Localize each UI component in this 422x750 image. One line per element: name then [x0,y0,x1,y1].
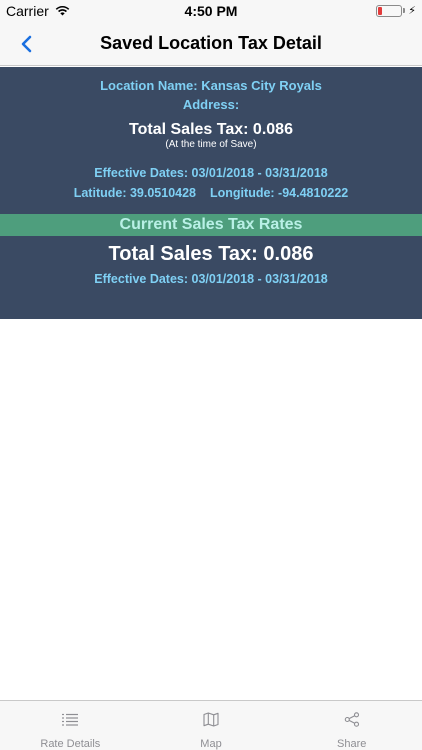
current-total-sales-tax: Total Sales Tax: 0.086 [108,243,314,265]
saved-note: (At the time of Save) [165,139,257,150]
tab-rate-details[interactable]: Rate Details [0,701,141,750]
tab-map[interactable]: Map [141,701,282,750]
tax-detail-panel: Location Name: Kansas City Royals Addres… [0,67,422,319]
current-effective-dates: Effective Dates: 03/01/2018 - 03/31/2018 [94,272,328,286]
charging-bolt-icon: ⚡ [408,5,416,17]
saved-effective-dates: Effective Dates: 03/01/2018 - 03/31/2018 [94,166,328,180]
tab-share[interactable]: Share [281,701,422,750]
tab-bar: Rate Details Map Share [0,700,422,750]
latitude: Latitude: 39.0510428 [73,186,197,200]
tab-label-share: Share [337,738,367,750]
coordinates: Latitude: 39.0510428 Longitude: -94.48102… [0,186,422,200]
battery-area: ⚡ [376,4,416,17]
tab-label-map: Map [200,738,222,750]
longitude: Longitude: -94.4810222 [210,186,349,200]
list-icon [61,712,79,727]
address: Address: [182,97,240,112]
navigation-bar: Saved Location Tax Detail [0,22,422,66]
page-title: Saved Location Tax Detail [100,33,322,53]
saved-total-sales-tax: Total Sales Tax: 0.086 [129,121,293,138]
location-name: Location Name: Kansas City Royals [100,78,322,93]
battery-level [378,6,383,15]
status-bar: Carrier 4:50 PM ⚡ [0,0,422,22]
share-icon [344,712,360,727]
map-icon [203,712,219,727]
battery-nub [403,8,406,13]
current-rates-header: Current Sales Tax Rates [0,214,422,236]
battery-icon [376,4,403,17]
status-time: 4:50 PM [184,3,238,19]
tab-label-rate-details: Rate Details [40,738,101,750]
